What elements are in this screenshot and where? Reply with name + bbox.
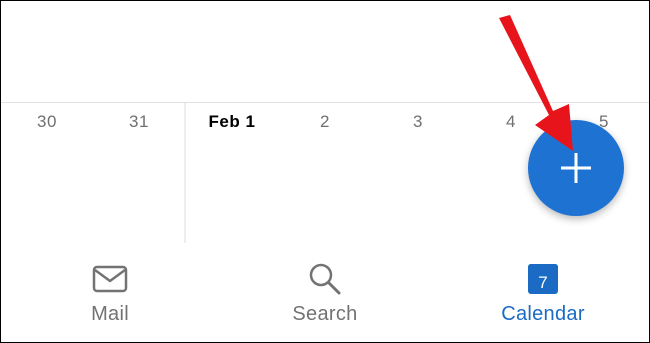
month-divider — [184, 103, 186, 243]
agenda-area[interactable] — [1, 1, 649, 102]
day-feb-1[interactable]: Feb 1 — [202, 112, 262, 132]
mail-icon — [90, 261, 130, 297]
day-3[interactable]: 3 — [398, 112, 438, 132]
tab-search-label: Search — [292, 303, 358, 325]
bottom-tab-bar: Mail Search 7 Calendar — [1, 243, 649, 342]
day-4[interactable]: 4 — [491, 112, 531, 132]
tab-search[interactable]: Search — [255, 243, 395, 342]
day-2[interactable]: 2 — [305, 112, 345, 132]
day-30[interactable]: 30 — [27, 112, 67, 132]
tab-mail-label: Mail — [91, 303, 129, 325]
tab-calendar[interactable]: 7 Calendar — [473, 243, 613, 342]
tab-mail[interactable]: Mail — [40, 243, 180, 342]
app-frame: 30 31 Feb 1 2 3 4 5 Mail Search 7 Calend… — [0, 0, 650, 343]
calendar-icon: 7 — [523, 261, 563, 297]
day-31[interactable]: 31 — [119, 112, 159, 132]
calendar-icon-badge: 7 — [538, 273, 547, 292]
search-icon — [305, 261, 345, 297]
plus-icon — [561, 153, 591, 183]
new-event-button[interactable] — [528, 120, 624, 216]
tab-calendar-label: Calendar — [501, 303, 585, 325]
